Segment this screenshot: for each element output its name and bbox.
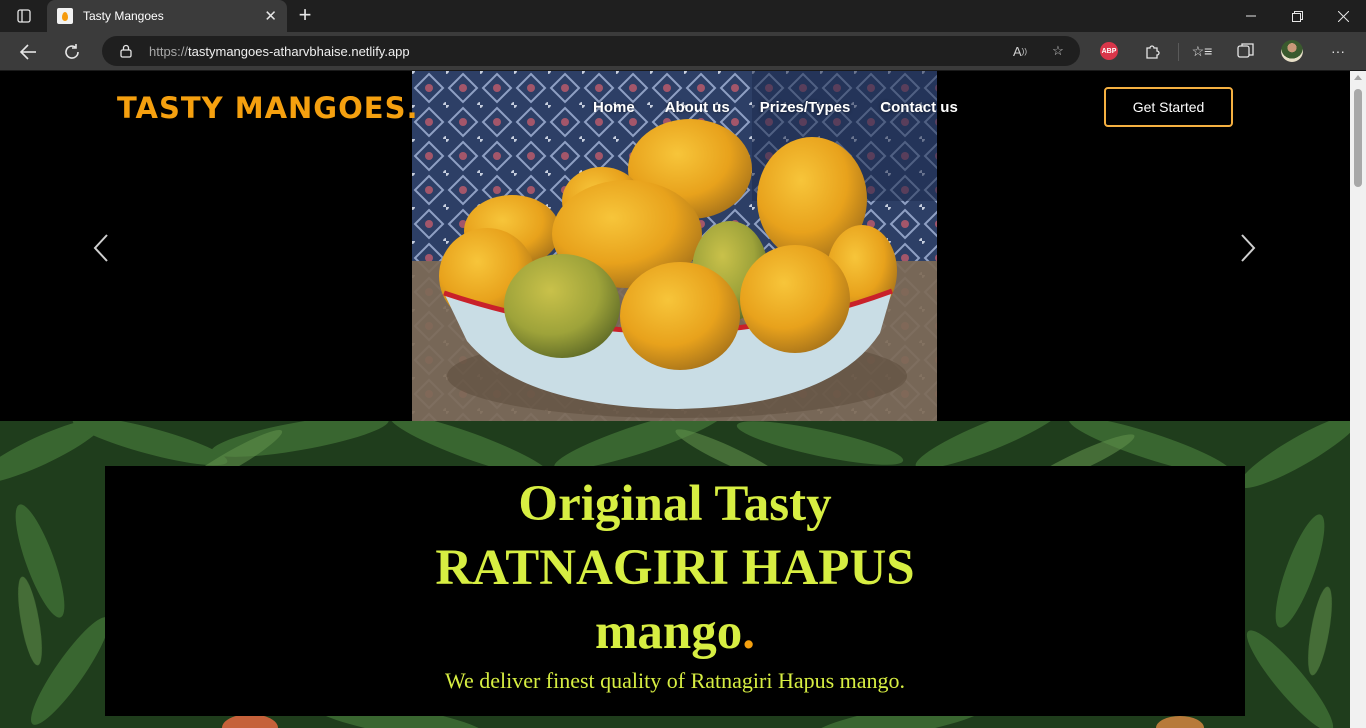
adblock-extension-button[interactable]: ABP xyxy=(1097,40,1121,62)
headline-banner: Original Tasty RATNAGIRI HAPUS mango. We… xyxy=(105,466,1245,716)
more-options-icon: ··· xyxy=(1331,43,1345,59)
close-icon xyxy=(1337,10,1349,22)
site-logo[interactable]: TASTY MANGOES. xyxy=(117,91,418,125)
favorites-button[interactable]: ☆≡ xyxy=(1190,40,1214,62)
puzzle-icon xyxy=(1146,45,1160,59)
get-started-button[interactable]: Get Started xyxy=(1104,87,1233,127)
toolbar-divider xyxy=(1178,43,1179,61)
leaves-background-section: Original Tasty RATNAGIRI HAPUS mango. We… xyxy=(0,421,1350,728)
browser-tab[interactable]: Tasty Mangoes ✕ xyxy=(47,0,287,32)
tab-close-icon[interactable]: ✕ xyxy=(264,7,277,25)
headline-line-3: mango xyxy=(594,604,743,660)
url-text: https://tastymangoes-atharvbhaise.netlif… xyxy=(149,44,410,59)
settings-menu-button[interactable]: ··· xyxy=(1326,40,1350,62)
nav-link-prizes[interactable]: Prizes/Types xyxy=(760,99,851,116)
headline-line-2: RATNAGIRI HAPUS xyxy=(435,540,915,596)
back-button[interactable] xyxy=(13,38,43,66)
minimize-icon xyxy=(1246,15,1256,17)
favorites-icon: ☆≡ xyxy=(1191,42,1213,59)
tab-title: Tasty Mangoes xyxy=(83,9,164,23)
mango-favicon-icon xyxy=(57,8,73,24)
add-favorite-icon[interactable]: ☆ xyxy=(1048,42,1068,60)
extensions-button[interactable] xyxy=(1141,40,1165,62)
avatar xyxy=(1281,40,1303,62)
refresh-button[interactable] xyxy=(57,38,87,66)
collections-icon xyxy=(1237,43,1254,58)
browser-toolbar: https://tastymangoes-atharvbhaise.netlif… xyxy=(0,32,1366,71)
headline-dot: . xyxy=(742,604,756,660)
nav-link-home[interactable]: Home xyxy=(593,99,635,116)
nav-link-contact[interactable]: Contact us xyxy=(880,99,958,116)
page-scrollbar[interactable] xyxy=(1350,71,1366,728)
carousel-next-icon[interactable] xyxy=(1236,233,1260,263)
mango-bowl-image xyxy=(412,71,937,421)
nav-link-about[interactable]: About us xyxy=(665,99,730,116)
headline-line-1: Original Tasty xyxy=(518,476,832,532)
back-arrow-icon xyxy=(19,44,36,60)
read-aloud-icon[interactable]: A)) xyxy=(1010,42,1030,60)
close-window-button[interactable] xyxy=(1320,0,1366,32)
page-viewport: TASTY MANGOES. Home About us Prizes/Type… xyxy=(0,71,1350,728)
browser-tab-bar: Tasty Mangoes ✕ + xyxy=(0,0,1366,32)
address-bar[interactable]: https://tastymangoes-atharvbhaise.netlif… xyxy=(102,36,1080,66)
profile-button[interactable] xyxy=(1280,40,1304,62)
hero-carousel: TASTY MANGOES. Home About us Prizes/Type… xyxy=(0,71,1350,421)
tab-actions-button[interactable] xyxy=(10,6,38,26)
refresh-icon xyxy=(65,44,79,59)
carousel-prev-icon[interactable] xyxy=(89,233,113,263)
scrollbar-thumb[interactable] xyxy=(1354,89,1362,187)
new-tab-button[interactable]: + xyxy=(292,4,318,28)
collections-button[interactable] xyxy=(1234,40,1258,62)
restore-icon xyxy=(1291,10,1303,22)
headline-subtitle: We deliver finest quality of Ratnagiri H… xyxy=(444,668,906,693)
restore-button[interactable] xyxy=(1274,0,1320,32)
headline: Original Tasty RATNAGIRI HAPUS mango. xyxy=(105,472,1245,664)
main-nav: Home About us Prizes/Types Contact us xyxy=(593,99,958,116)
minimize-button[interactable] xyxy=(1228,0,1274,32)
adblock-icon: ABP xyxy=(1100,42,1118,60)
scroll-up-icon[interactable] xyxy=(1354,75,1362,80)
tab-actions-icon xyxy=(17,9,31,23)
lock-icon[interactable] xyxy=(120,44,132,58)
